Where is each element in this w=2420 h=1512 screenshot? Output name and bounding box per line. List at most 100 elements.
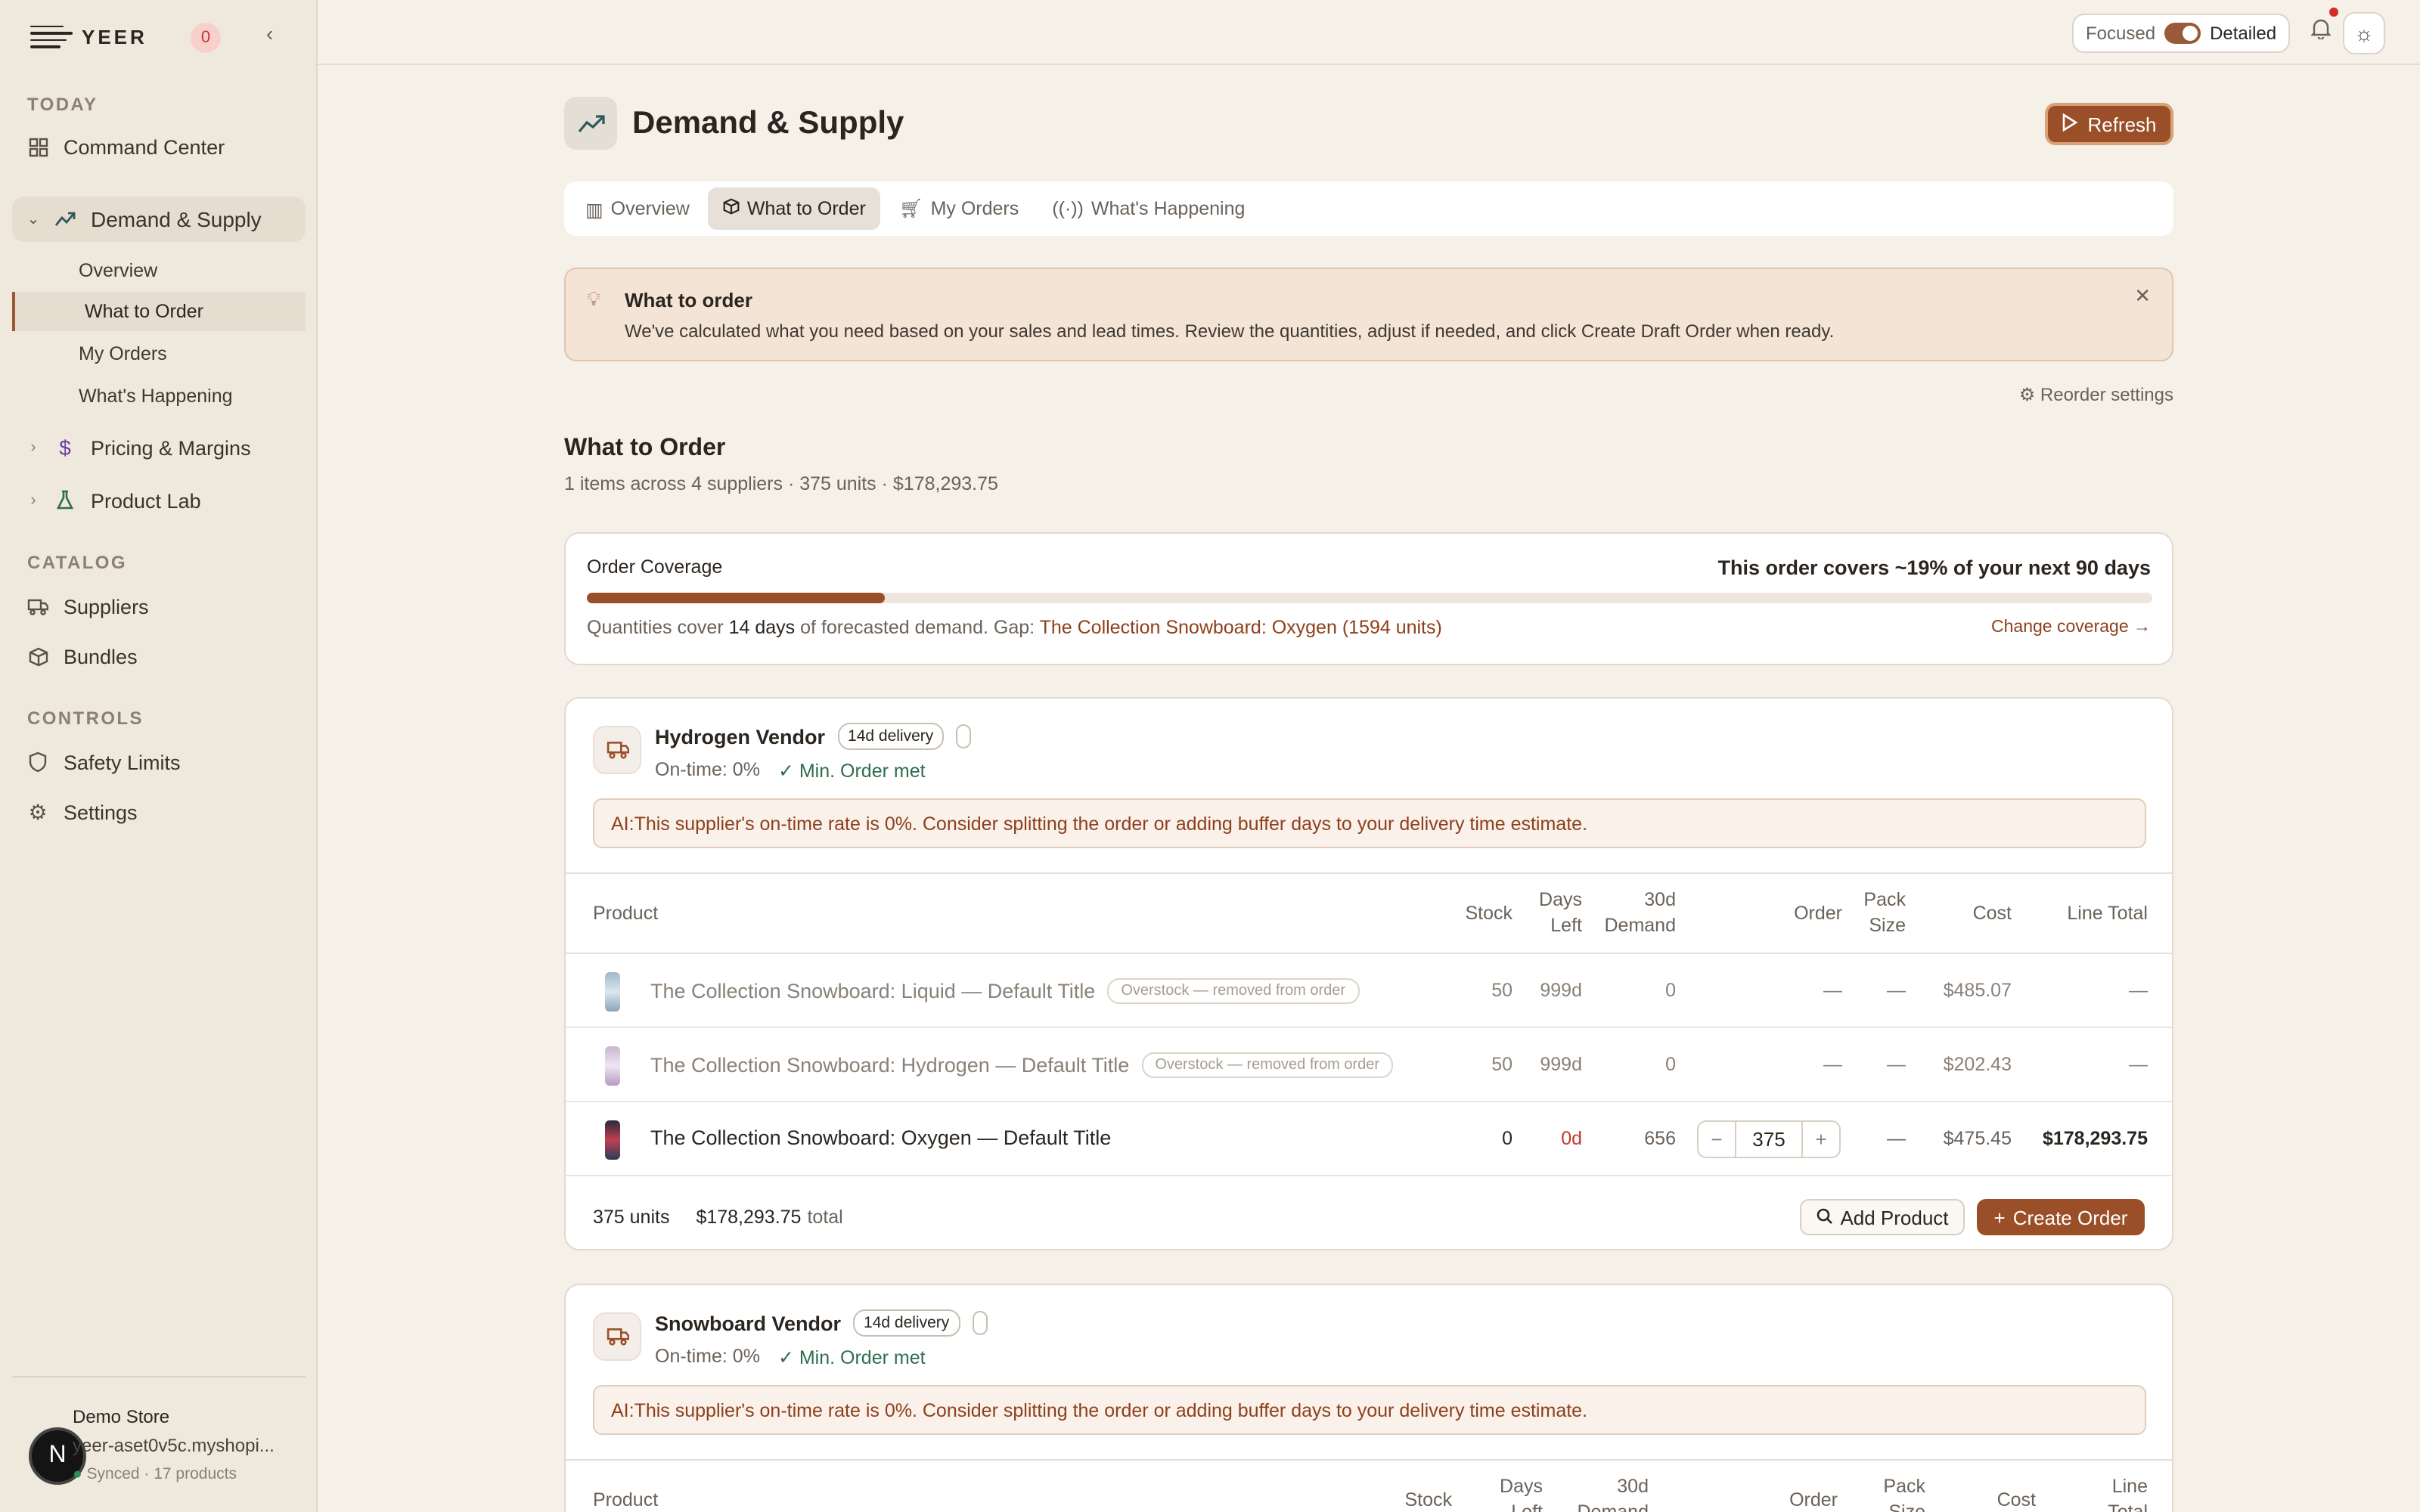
col-order: Order: [1789, 1489, 1838, 1510]
brand-name: YEER: [82, 25, 147, 48]
banner-description: We've calculated what you need based on …: [625, 321, 1835, 342]
vendor-status-pill: [972, 1311, 988, 1335]
store-name: Demo Store: [73, 1406, 170, 1427]
col-demand-a: 30d: [1617, 1476, 1649, 1497]
stock-cell: 50: [1491, 980, 1512, 1001]
sidebar-item-command-center[interactable]: Command Center: [12, 124, 306, 169]
days-left-cell: 999d: [1540, 980, 1582, 1001]
topbar: Focused Detailed ☼: [318, 0, 2420, 65]
product-name[interactable]: The Collection Snowboard: Liquid — Defau…: [650, 980, 1095, 1002]
col-demand-b: Demand: [1604, 915, 1677, 936]
sidebar-item-bundles[interactable]: Bundles: [12, 634, 306, 679]
mode-switch[interactable]: [2164, 23, 2201, 44]
col-demand-a: 30d: [1644, 889, 1676, 910]
quantity-stepper[interactable]: − 375 +: [1697, 1120, 1841, 1158]
moq-status: ✓ Min. Order met: [777, 761, 926, 782]
package-icon: [723, 198, 740, 219]
coverage-days: 14 days: [728, 617, 796, 638]
ai-suggestion-banner: AI:This supplier's on-time rate is 0%. C…: [593, 1385, 2146, 1435]
create-order-button[interactable]: + Create Order: [1977, 1199, 2145, 1235]
table-row[interactable]: The Collection Snowboard: Liquid — Defau…: [566, 954, 2172, 1028]
sun-icon[interactable]: ☼: [2343, 12, 2385, 54]
pack-size-cell: —: [1887, 1054, 1906, 1075]
sync-status: ● Synced · 17 products: [73, 1465, 237, 1483]
tab-what-to-order[interactable]: What to Order: [707, 187, 881, 230]
vendor-name[interactable]: Snowboard Vendor: [655, 1312, 841, 1334]
product-name-cell: The Collection Snowboard: Liquid — Defau…: [650, 978, 1360, 1004]
tab-my-orders[interactable]: 🛒︎ My Orders: [884, 187, 1034, 230]
collapse-sidebar-icon[interactable]: ‹: [266, 21, 273, 45]
change-coverage-link[interactable]: Change coverage →: [1991, 618, 2151, 637]
days-left-cell: 999d: [1540, 1054, 1582, 1075]
sidebar-subitem-overview[interactable]: Overview: [12, 251, 306, 290]
cost-cell: $485.07: [1943, 980, 2012, 1001]
logo-lines-icon: [30, 25, 73, 48]
sidebar-item-pricing-margins[interactable]: › $ Pricing & Margins: [12, 425, 306, 470]
sidebar-subitem-whats-happening[interactable]: What's Happening: [12, 376, 306, 416]
decrement-button[interactable]: −: [1699, 1122, 1735, 1157]
shield-icon: [27, 751, 48, 773]
tab-whats-happening[interactable]: ((·)) What's Happening: [1037, 187, 1260, 230]
sidebar-item-safety-limits[interactable]: Safety Limits: [12, 739, 306, 785]
sidebar-item-product-lab[interactable]: › Product Lab: [12, 478, 306, 523]
sidebar-item-label: Product Lab: [91, 489, 201, 512]
order-cell: —: [1823, 1054, 1842, 1075]
grid-icon: [27, 136, 48, 157]
sidebar-item-demand-supply[interactable]: ⌄ Demand & Supply: [12, 197, 306, 242]
vendor-name-row: Hydrogen Vendor 14d delivery: [655, 723, 972, 750]
line-total-cell: —: [2129, 980, 2148, 1001]
mode-detailed-label: Detailed: [2210, 23, 2277, 44]
col-days-left: Days Left: [1500, 1474, 1543, 1512]
product-name-cell: The Collection Snowboard: Hydrogen — Def…: [650, 1052, 1394, 1078]
refresh-button[interactable]: Refresh: [2045, 103, 2173, 145]
tab-overview[interactable]: ▥ Overview: [570, 187, 705, 230]
refresh-label: Refresh: [2087, 113, 2157, 135]
search-icon: [1816, 1206, 1832, 1228]
ontime-rate: On-time: 0%: [655, 759, 760, 780]
reorder-settings-link[interactable]: ⚙ Reorder settings: [2019, 384, 2173, 405]
pack-size-cell: —: [1887, 1128, 1906, 1149]
sidebar-item-settings[interactable]: ⚙ Settings: [12, 789, 306, 835]
table-row[interactable]: The Collection Snowboard: Hydrogen — Def…: [566, 1028, 2172, 1102]
view-mode-toggle[interactable]: Focused Detailed: [2072, 14, 2291, 53]
notification-dot: [2329, 8, 2338, 17]
brand-logo[interactable]: YEER: [30, 21, 147, 51]
col-days-left-a: Days: [1539, 889, 1582, 910]
line-total-cell: —: [2129, 1054, 2148, 1075]
sidebar: YEER 0 ‹ TODAY Command Center ⌄ Demand &…: [0, 0, 318, 1512]
bell-icon[interactable]: [2310, 18, 2332, 44]
total-suffix: total: [807, 1207, 843, 1228]
col-days-left: Days Left: [1539, 888, 1582, 939]
product-name[interactable]: The Collection Snowboard: Oxygen — Defau…: [650, 1126, 1111, 1149]
package-icon: [27, 646, 48, 667]
store-url: yeer-aset0v5c.myshopi...: [73, 1435, 275, 1456]
sidebar-item-label: Demand & Supply: [91, 207, 262, 231]
sidebar-item-suppliers[interactable]: Suppliers: [12, 584, 306, 629]
sidebar-subitem-what-to-order[interactable]: What to Order: [12, 292, 306, 331]
table-header: Product Stock Days Left 30d Demand Order P…: [566, 872, 2172, 954]
col-days-left-a: Days: [1500, 1476, 1543, 1497]
radio-icon: ((·)): [1052, 198, 1084, 219]
truck-icon: [593, 726, 641, 774]
total-cost: $178,293.75: [696, 1207, 802, 1228]
page-title: Demand & Supply: [632, 106, 904, 141]
table-row[interactable]: The Collection Snowboard: Oxygen — Defau…: [566, 1102, 2172, 1176]
sync-status-text: Synced · 17 products: [86, 1465, 237, 1483]
coverage-note: Quantities cover 14 days of forecasted d…: [587, 617, 1442, 638]
truck-icon: [27, 596, 48, 617]
stock-cell: 0: [1502, 1128, 1512, 1149]
col-pack-a: Pack: [1883, 1476, 1925, 1497]
vendor-name[interactable]: Hydrogen Vendor: [655, 725, 825, 748]
order-coverage-card: Order Coverage This order covers ~19% of…: [564, 532, 2173, 665]
stock-cell: 50: [1491, 1054, 1512, 1075]
sidebar-subitem-my-orders[interactable]: My Orders: [12, 334, 306, 373]
close-icon[interactable]: ✕: [2134, 284, 2151, 308]
product-name[interactable]: The Collection Snowboard: Hydrogen — Def…: [650, 1054, 1129, 1077]
col-cost: Cost: [1972, 903, 2012, 924]
add-product-button[interactable]: Add Product: [1800, 1199, 1965, 1235]
quantity-input[interactable]: 375: [1735, 1122, 1803, 1157]
increment-button[interactable]: +: [1803, 1122, 1839, 1157]
coverage-progress-bar: [587, 593, 2152, 603]
product-thumbnail: [605, 972, 620, 1012]
notification-count-badge[interactable]: 0: [191, 23, 221, 53]
